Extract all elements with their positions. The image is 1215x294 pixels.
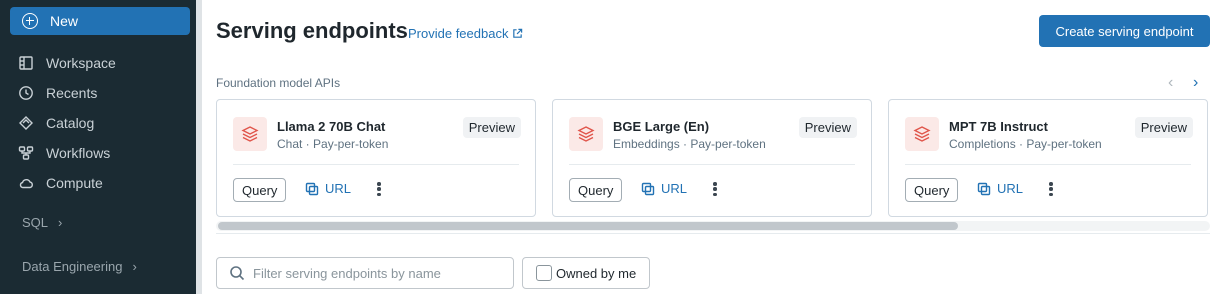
new-button[interactable]: New <box>10 7 190 35</box>
horizontal-scrollbar-thumb[interactable] <box>218 222 958 230</box>
sidebar-item-workspace[interactable]: Workspace <box>18 48 116 78</box>
copy-url-button[interactable]: URL <box>305 181 351 196</box>
sidebar-section-sql[interactable]: SQL › <box>22 215 62 230</box>
catalog-icon <box>19 116 33 130</box>
model-meta: Chat · Pay-per-token <box>277 137 389 151</box>
sidebar-section-label: SQL <box>22 215 49 230</box>
preview-badge: Preview <box>798 117 857 138</box>
sidebar-item-recents[interactable]: Recents <box>18 78 116 108</box>
url-label: URL <box>325 181 352 196</box>
model-meta: Completions · Pay-per-token <box>949 137 1102 151</box>
sidebar-section-label: Data Engineering <box>22 259 123 274</box>
model-card: BGE Large (En) Embeddings · Pay-per-toke… <box>552 99 872 217</box>
query-button[interactable]: Query <box>569 178 623 202</box>
more-options-icon[interactable] <box>709 180 721 198</box>
checkbox-box[interactable] <box>536 265 552 281</box>
sidebar-item-catalog[interactable]: Catalog <box>18 108 116 138</box>
sidebar-item-label: Recents <box>46 85 98 101</box>
sidebar-item-label: Compute <box>46 175 103 191</box>
sidebar-item-compute[interactable]: Compute <box>18 168 116 198</box>
url-label: URL <box>997 181 1024 196</box>
carousel-next-icon[interactable]: › <box>1193 74 1198 92</box>
layers-icon <box>241 126 259 142</box>
cloud-icon <box>19 178 33 189</box>
copy-url-button[interactable]: URL <box>977 181 1023 196</box>
url-label: URL <box>661 181 688 196</box>
card-divider <box>569 164 855 165</box>
owned-by-me-label: Owned by me <box>556 265 637 281</box>
section-divider <box>216 233 1210 234</box>
chevron-right-icon: › <box>58 215 63 230</box>
copy-url-button[interactable]: URL <box>641 181 687 196</box>
clock-icon <box>19 86 33 100</box>
model-card: Llama 2 70B Chat Chat · Pay-per-token Pr… <box>216 99 536 217</box>
preview-badge: Preview <box>462 117 521 138</box>
model-logo <box>569 117 603 151</box>
sidebar-nav: Workspace Recents Catalog Workflows Comp… <box>18 48 116 198</box>
preview-badge: Preview <box>1134 117 1193 138</box>
copy-icon <box>641 182 655 195</box>
external-link-icon <box>513 28 523 38</box>
sidebar-item-label: Catalog <box>46 115 95 131</box>
workspace-icon <box>19 56 33 70</box>
more-options-icon[interactable] <box>1045 180 1057 198</box>
query-button[interactable]: Query <box>233 178 287 202</box>
sidebar: New Workspace Recents Catalog Workflows … <box>0 0 196 294</box>
model-card: MPT 7B Instruct Completions · Pay-per-to… <box>888 99 1208 217</box>
foundation-model-heading: Foundation model APIs <box>216 76 341 90</box>
chevron-right-icon: › <box>132 259 137 274</box>
sidebar-item-workflows[interactable]: Workflows <box>18 138 116 168</box>
card-divider <box>905 164 1191 165</box>
filter-search-box[interactable] <box>216 257 514 289</box>
copy-icon <box>305 182 319 195</box>
more-options-icon[interactable] <box>373 180 385 198</box>
app-root: New Workspace Recents Catalog Workflows … <box>0 0 1215 294</box>
create-serving-endpoint-button[interactable]: Create serving endpoint <box>1039 15 1210 47</box>
layers-icon <box>913 126 931 142</box>
sidebar-divider <box>196 0 202 294</box>
sidebar-section-data-engineering[interactable]: Data Engineering › <box>22 259 137 274</box>
model-meta: Embeddings · Pay-per-token <box>613 137 766 151</box>
model-logo <box>233 117 267 151</box>
card-divider <box>233 164 519 165</box>
plus-circle-icon <box>22 13 38 29</box>
carousel-prev-icon[interactable]: ‹ <box>1168 74 1173 92</box>
provide-feedback-link[interactable]: Provide feedback <box>408 26 523 41</box>
model-logo <box>905 117 939 151</box>
model-name: MPT 7B Instruct <box>949 119 1048 134</box>
filter-endpoints-input[interactable] <box>253 265 493 281</box>
copy-icon <box>977 182 991 195</box>
layers-icon <box>577 126 595 142</box>
query-button[interactable]: Query <box>905 178 959 202</box>
sidebar-item-label: Workspace <box>46 55 116 71</box>
provide-feedback-label: Provide feedback <box>408 26 509 41</box>
page-title: Serving endpoints <box>216 18 408 43</box>
model-name: Llama 2 70B Chat <box>277 119 386 134</box>
workflows-icon <box>18 146 34 160</box>
model-name: BGE Large (En) <box>613 119 710 134</box>
sidebar-item-label: Workflows <box>46 145 111 161</box>
search-icon <box>230 266 245 281</box>
owned-by-me-checkbox[interactable]: Owned by me <box>522 257 650 289</box>
new-button-label: New <box>50 13 79 29</box>
